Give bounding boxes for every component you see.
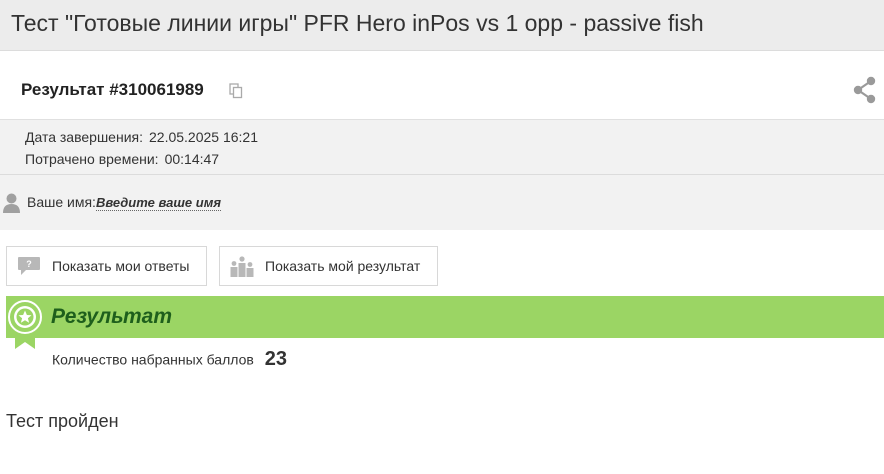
finish-date-label: Дата завершения:: [25, 129, 143, 145]
time-spent-value: 00:14:47: [164, 151, 220, 167]
score-value: 23: [264, 348, 288, 370]
result-title: Результат #310061989: [21, 80, 204, 99]
show-result-label: Показать мой результат: [265, 258, 421, 274]
user-name-input[interactable]: Введите ваше имя: [95, 195, 221, 211]
time-spent-row: Потрачено времени: 00:14:47: [25, 151, 219, 167]
result-meta: Дата завершения: 22.05.2025 16:21 Потраче…: [0, 120, 884, 175]
score-label: Количество набранных баллов: [52, 351, 254, 368]
show-answers-label: Показать мои ответы: [52, 258, 190, 274]
result-header: Результат #310061989: [0, 51, 884, 120]
user-name-label: Ваше имя:: [27, 194, 96, 210]
user-name-block: Ваше имя:Введите ваше имя: [0, 175, 884, 230]
page-header: Тест "Готовые линии игры" PFR Hero inPos…: [0, 0, 884, 51]
result-banner: Результат: [6, 296, 884, 338]
user-name-row: Ваше имя:Введите ваше имя: [27, 194, 221, 211]
user-icon: [3, 193, 20, 213]
speech-bubble-icon: ?: [18, 257, 40, 275]
show-result-button[interactable]: Показать мой результат: [219, 246, 438, 286]
time-spent-label: Потрачено времени:: [25, 151, 159, 167]
score-row: Количество набранных баллов 23: [52, 348, 287, 371]
svg-text:?: ?: [26, 259, 32, 269]
leaderboard-icon: [230, 256, 254, 277]
finish-date-value: 22.05.2025 16:21: [149, 129, 258, 145]
award-badge-icon: [8, 300, 42, 349]
share-icon[interactable]: [853, 76, 877, 104]
copy-icon[interactable]: [229, 83, 243, 99]
test-status: Тест пройден: [6, 411, 119, 431]
page-title: Тест "Готовые линии игры" PFR Hero inPos…: [11, 10, 704, 36]
finish-date-row: Дата завершения: 22.05.2025 16:21: [25, 129, 258, 145]
show-answers-button[interactable]: ? Показать мои ответы: [6, 246, 207, 286]
result-banner-title: Результат: [51, 305, 173, 328]
